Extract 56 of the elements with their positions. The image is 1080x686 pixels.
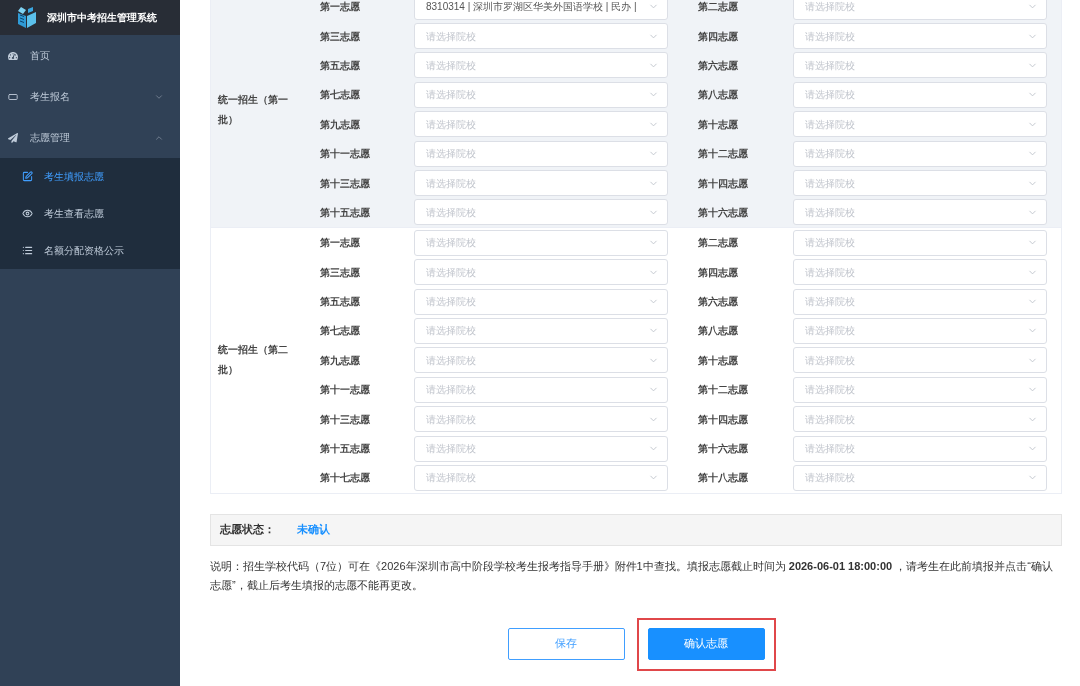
save-button[interactable]: 保存: [507, 627, 625, 660]
choice-label: 第十三志愿: [320, 412, 371, 427]
choice-label: 第三志愿: [320, 265, 361, 280]
submenu-item[interactable]: 名额分配资格公示: [0, 232, 180, 269]
choice-label: 第十志愿: [698, 117, 739, 132]
eye-icon: [22, 208, 33, 219]
edit-icon: [22, 171, 33, 182]
choice-label: 第九志愿: [320, 117, 361, 132]
choice-label: 第十一志愿: [320, 383, 371, 398]
note-text: 说明：招生学校代码（7位）可在《2026年深圳市高中阶段学校考生报考指导手册》附件1中查找。填报志愿截止时间为 2026-06-01 18:00:00 ，请考生在此前填报并点击“确认志愿”，截止后考生填报的志愿不能再更改。: [210, 558, 1054, 593]
choice-label: 第六志愿: [698, 295, 739, 310]
choice-label: 第五志愿: [320, 295, 361, 310]
choice-label: 第四志愿: [698, 265, 739, 280]
status-label: 志愿状态：: [220, 522, 276, 538]
choice-label: 第一志愿: [320, 0, 361, 15]
choice-label: 第八志愿: [698, 324, 739, 339]
status-value: 未确认: [297, 522, 330, 538]
paper-plane-icon: [8, 132, 18, 143]
menu-item[interactable]: 考生报名: [0, 76, 180, 117]
choice-label: 第十四志愿: [698, 176, 749, 191]
choice-label: 第七志愿: [320, 324, 361, 339]
app-title: 深圳市中考招生管理系统: [47, 11, 157, 25]
choice-label: 第十四志愿: [698, 412, 749, 427]
confirm-button[interactable]: 确认志愿: [647, 627, 765, 660]
choice-label: 第七志愿: [320, 88, 361, 103]
choice-label: 第二志愿: [698, 0, 739, 15]
choice-label: 第一志愿: [320, 236, 361, 251]
choice-label: 第十一志愿: [320, 147, 371, 162]
choice-label: 第十六志愿: [698, 205, 749, 220]
choice-label: 第十二志愿: [698, 147, 749, 162]
school-select[interactable]: 8310314 | 深圳市罗湖区华美外国语学校 | 民办 |: [414, 0, 668, 20]
menu-item[interactable]: 志愿管理: [0, 117, 180, 158]
logo-icon: [17, 7, 37, 28]
choice-label: 第十六志愿: [698, 442, 749, 457]
gauge-icon: [8, 50, 18, 61]
choice-label: 第六志愿: [698, 58, 739, 73]
choice-label: 第五志愿: [320, 58, 361, 73]
choice-label: 第十五志愿: [320, 442, 371, 457]
choice-label: 第十三志愿: [320, 176, 371, 191]
group-label: 统一招生（第一批）: [218, 92, 289, 127]
choice-label: 第十七志愿: [320, 471, 371, 486]
choice-label: 第十二志愿: [698, 383, 749, 398]
list-icon: [22, 245, 33, 256]
choice-label: 第三志愿: [320, 29, 361, 44]
choice-label: 第十五志愿: [320, 205, 371, 220]
group-label: 统一招生（第二批）: [218, 343, 289, 378]
choice-label: 第四志愿: [698, 29, 739, 44]
choice-label: 第二志愿: [698, 236, 739, 251]
choice-label: 第十八志愿: [698, 471, 749, 486]
submenu-item[interactable]: 考生填报志愿: [0, 158, 180, 195]
rectangle-icon: [8, 91, 18, 102]
choice-label: 第十志愿: [698, 353, 739, 368]
submenu-item[interactable]: 考生查看志愿: [0, 195, 180, 232]
menu-item[interactable]: 首页: [0, 35, 180, 76]
choice-label: 第八志愿: [698, 88, 739, 103]
choice-label: 第九志愿: [320, 353, 361, 368]
